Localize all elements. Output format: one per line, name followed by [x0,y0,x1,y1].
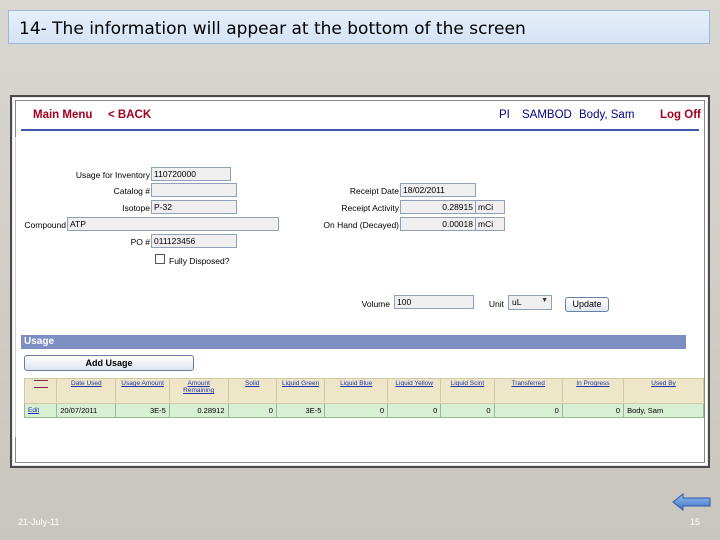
cell-liquid-scint: 0 [440,403,495,418]
log-off-link[interactable]: Log Off [660,109,701,121]
col-amount-remaining[interactable]: Amount Remaining [168,378,229,404]
col-in-progress[interactable]: In Progress [561,378,625,404]
catalog-label: Catalog # [113,186,150,196]
col-liquid-scint[interactable]: Liquid Scint [440,378,495,404]
app-screenshot: Main Menu < BACK PI SAMBOD Body, Sam Log… [10,95,710,468]
unit-select[interactable]: uL ▼ [508,295,552,310]
cell-liquid-green: 3E-5 [275,403,326,418]
usage-for-inventory-label: Usage for Inventory [75,170,150,180]
footer-date: 21-July-11 [18,517,60,527]
po-label: PO # [130,237,150,247]
edit-link[interactable]: Edit [23,403,58,418]
receipt-activity-field: 0.28915 [400,200,476,214]
left-arrow-icon[interactable] [672,493,712,511]
col-liquid-green[interactable]: Liquid Green [275,378,326,404]
receipt-date-label: Receipt Date [349,186,399,196]
volume-label: Volume [361,299,390,309]
receipt-activity-unit: mCi [475,200,505,214]
on-hand-field: 0.00018 [400,217,476,231]
on-hand-unit: mCi [475,217,505,231]
fully-disposed-checkbox[interactable] [155,254,165,264]
cell-solid: 0 [227,403,277,418]
on-hand-label: On Hand (Decayed) [323,220,399,230]
usage-table: Date Used Usage Amount Amount Remaining … [23,378,704,418]
cell-liquid-blue: 0 [324,403,389,418]
cell-in-progress: 0 [561,403,625,418]
pi-label: PI [499,109,510,121]
col-solid[interactable]: Solid [227,378,277,404]
usage-section-header: Usage [21,335,686,349]
table-row: Edit 20/07/2011 3E-5 0.28912 0 3E-5 0 0 … [23,403,704,418]
menu-icon-cell [23,378,58,404]
cell-amount-remaining: 0.28912 [168,403,229,418]
catalog-field[interactable] [151,183,237,197]
isotope-field[interactable]: P-32 [151,200,237,214]
slide-number: 15 [690,517,701,527]
update-button[interactable]: Update [565,297,609,312]
compound-label: Compound [24,220,66,230]
receipt-date-field: 18/02/2011 [400,183,476,197]
receipt-activity-label: Receipt Activity [341,203,399,213]
menu-icon [33,380,48,388]
header-divider [21,129,699,131]
cell-date-used: 20/07/2011 [56,403,117,418]
cell-used-by: Body, Sam [623,403,704,418]
col-transferred[interactable]: Transferred [493,378,563,404]
chevron-down-icon: ▼ [541,297,548,304]
unit-select-value: uL [512,297,522,307]
col-date-used[interactable]: Date Used [56,378,117,404]
usage-table-header: Date Used Usage Amount Amount Remaining … [23,378,704,404]
compound-field[interactable]: ATP [67,217,279,231]
unit-label: Unit [488,299,504,309]
frame-divider [15,137,16,437]
col-liquid-blue[interactable]: Liquid Blue [324,378,389,404]
fully-disposed-label: Fully Disposed? [169,256,230,266]
cell-usage-amount: 3E-5 [115,403,170,418]
col-liquid-yellow[interactable]: Liquid Yellow [387,378,442,404]
col-usage-amount[interactable]: Usage Amount [115,378,170,404]
main-menu-link[interactable]: Main Menu [33,109,92,121]
isotope-label: Isotope [122,203,150,213]
col-used-by[interactable]: Used By [623,378,704,404]
user-name: Body, Sam [579,109,635,121]
po-field[interactable]: 011123456 [151,234,237,248]
pi-code: SAMBOD [522,109,572,121]
cell-transferred: 0 [493,403,563,418]
back-link[interactable]: < BACK [108,109,151,121]
add-usage-button[interactable]: Add Usage [24,355,194,371]
volume-input[interactable]: 100 [394,295,474,309]
usage-for-inventory-field: 110720000 [151,167,231,181]
cell-liquid-yellow: 0 [387,403,442,418]
slide-title: 14- The information will appear at the b… [8,10,710,44]
